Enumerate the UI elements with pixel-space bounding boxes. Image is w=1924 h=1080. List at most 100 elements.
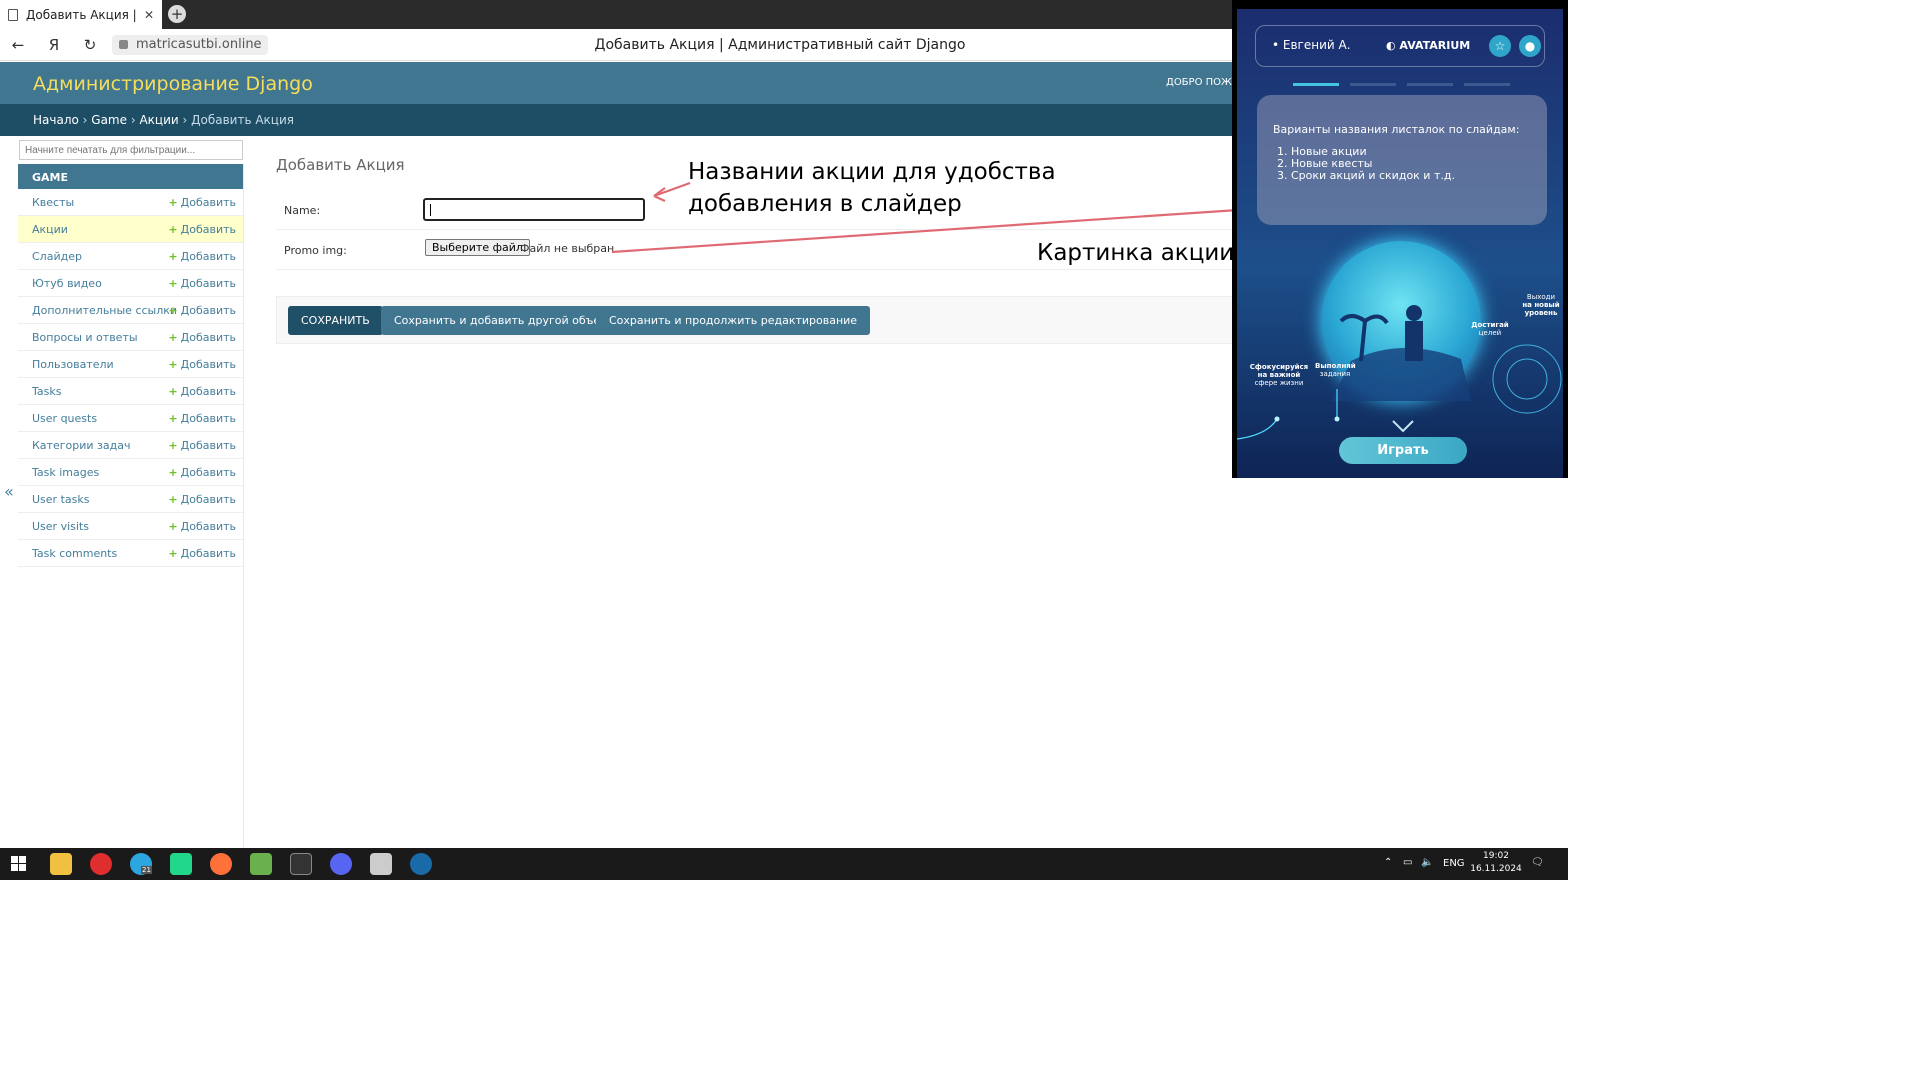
sidebar-item[interactable]: Слайдер + Добавить (18, 243, 243, 270)
name-input[interactable] (423, 198, 645, 221)
promo-img-label: Promo img: (284, 244, 347, 257)
network-icon[interactable]: ▭ (1403, 857, 1412, 868)
sidebar-item-label[interactable]: User quests (32, 412, 97, 425)
site-branding[interactable]: Администрирование Django (33, 73, 313, 95)
breadcrumb-current: Добавить Акция (191, 113, 294, 127)
add-link[interactable]: + Добавить (168, 277, 236, 290)
breadcrumb-home[interactable]: Начало (33, 113, 79, 127)
vpn-icon[interactable] (250, 853, 272, 875)
breadcrumb-app[interactable]: Game (91, 113, 127, 127)
plus-icon: + (168, 196, 178, 209)
add-link[interactable]: + Добавить (168, 493, 236, 506)
sidebar-item[interactable]: Tasks + Добавить (18, 378, 243, 405)
sidebar-item[interactable]: Дополнительные ссылки + Добавить (18, 297, 243, 324)
star-icon[interactable]: ☆ (1489, 35, 1511, 57)
sidebar-item[interactable]: User tasks + Добавить (18, 486, 243, 513)
sidebar-item-label[interactable]: Слайдер (32, 250, 82, 263)
app-caption[interactable]: GAME (18, 164, 243, 189)
nav-sidebar: GAME Квесты + Добавить Акции + Добавить Слай… (18, 164, 244, 848)
avatarium-logo: ◐ AVATARIUM (1386, 39, 1471, 52)
sidebar-item-label[interactable]: Категории задач (32, 439, 130, 452)
nav-filter-input[interactable] (19, 140, 243, 160)
windows-taskbar: 21 ⌃ ▭ 🔈 ENG 19:02 16.11.2024 🗨 (0, 848, 1568, 880)
plus-icon: + (168, 250, 178, 263)
add-link[interactable]: + Добавить (168, 520, 236, 533)
save-and-continue-button[interactable]: Сохранить и продолжить редактирование (596, 306, 871, 335)
save-button[interactable]: СОХРАНИТЬ (288, 306, 383, 335)
add-link[interactable]: + Добавить (168, 331, 236, 344)
add-link[interactable]: + Добавить (168, 439, 236, 452)
terminal-icon[interactable] (290, 853, 312, 875)
yandex-logo-icon[interactable]: Я (44, 35, 64, 55)
profile-icon[interactable]: ● (1519, 35, 1541, 57)
close-tab-icon[interactable]: ✕ (144, 8, 154, 22)
sidebar-item[interactable]: Пользователи + Добавить (18, 351, 243, 378)
notifications-icon[interactable]: 🗨 (1531, 857, 1544, 868)
sidebar-item-label[interactable]: Tasks (32, 385, 61, 398)
add-link[interactable]: + Добавить (168, 304, 236, 317)
annotation-image-note: Картинка акции (1037, 240, 1235, 266)
add-link[interactable]: + Добавить (168, 358, 236, 371)
add-link[interactable]: + Добавить (168, 547, 236, 560)
sidebar-item-label[interactable]: Ютуб видео (32, 277, 102, 290)
date: 16.11.2024 (1470, 864, 1522, 874)
sidebar-item-label[interactable]: User tasks (32, 493, 89, 506)
choose-file-button[interactable]: Выберите файл (425, 239, 530, 256)
sidebar-item-label[interactable]: Task comments (32, 547, 117, 560)
sidebar-item[interactable]: Вопросы и ответы + Добавить (18, 324, 243, 351)
discord-icon[interactable] (330, 853, 352, 875)
clock[interactable]: 19:02 16.11.2024 (1466, 850, 1526, 876)
telegram-icon[interactable]: 21 (130, 853, 152, 875)
sidebar-item-label[interactable]: Пользователи (32, 358, 114, 371)
sidebar-item-label[interactable]: User visits (32, 520, 89, 533)
add-link[interactable]: + Добавить (168, 466, 236, 479)
preview-screen: • Евгений А. ◐ AVATARIUM ☆ ● Варианты на… (1237, 9, 1563, 478)
sidebar-item[interactable]: Ютуб видео + Добавить (18, 270, 243, 297)
app-window-icon[interactable] (370, 853, 392, 875)
content-title: Добавить Акция (276, 156, 405, 174)
add-link[interactable]: + Добавить (168, 250, 236, 263)
save-and-add-another-button[interactable]: Сохранить и добавить другой объект (381, 306, 627, 335)
label-reach-goals: Достигай целей (1471, 321, 1509, 337)
breadcrumb-model[interactable]: Акции (139, 113, 178, 127)
add-link[interactable]: + Добавить (168, 223, 236, 236)
sidebar-item[interactable]: User quests + Добавить (18, 405, 243, 432)
yandex-browser-icon[interactable] (90, 853, 112, 875)
language-indicator[interactable]: ENG (1443, 858, 1465, 869)
plus-icon: + (168, 223, 178, 236)
file-explorer-icon[interactable] (50, 853, 72, 875)
sidebar-item[interactable]: Категории задач + Добавить (18, 432, 243, 459)
add-link[interactable]: + Добавить (168, 196, 236, 209)
back-icon[interactable]: ← (8, 35, 28, 55)
sidebar-item[interactable]: Task comments + Добавить (18, 540, 243, 567)
file-status: Файл не выбран (520, 242, 615, 255)
pycharm-icon[interactable] (170, 853, 192, 875)
submit-row: СОХРАНИТЬ Сохранить и добавить другой об… (276, 296, 1236, 344)
sidebar-item-label[interactable]: Квесты (32, 196, 74, 209)
sidebar-item-label[interactable]: Акции (32, 223, 68, 236)
steam-icon[interactable] (410, 853, 432, 875)
url-field[interactable]: matricasutbi.online (112, 35, 268, 55)
add-link[interactable]: + Добавить (168, 412, 236, 425)
firefox-icon[interactable] (210, 853, 232, 875)
sidebar-item-active[interactable]: Акции + Добавить (18, 216, 243, 243)
sidebar-item-label[interactable]: Дополнительные ссылки (32, 304, 177, 317)
card-list: Новые акции Новые квесты Сроки акций и с… (1273, 146, 1531, 182)
browser-tab[interactable]: Добавить Акция | Адм ✕ (0, 0, 162, 29)
play-button[interactable]: Играть (1339, 437, 1467, 464)
text-caret (430, 204, 431, 216)
reload-icon[interactable]: ↻ (80, 35, 100, 55)
sidebar-item[interactable]: Квесты + Добавить (18, 189, 243, 216)
add-link[interactable]: + Добавить (168, 385, 236, 398)
sidebar-item-label[interactable]: Task images (32, 466, 99, 479)
plus-icon: + (168, 358, 178, 371)
chevron-up-icon[interactable]: ⌃ (1384, 857, 1392, 868)
sidebar-item[interactable]: Task images + Добавить (18, 459, 243, 486)
toggle-nav-sidebar[interactable]: « (4, 482, 14, 501)
volume-icon[interactable]: 🔈 (1421, 857, 1433, 868)
windows-start-icon[interactable] (11, 856, 27, 872)
new-tab-button[interactable]: + (168, 5, 186, 23)
sidebar-item[interactable]: User visits + Добавить (18, 513, 243, 540)
page-title: Добавить Акция | Административный сайт D… (594, 37, 966, 53)
sidebar-item-label[interactable]: Вопросы и ответы (32, 331, 138, 344)
